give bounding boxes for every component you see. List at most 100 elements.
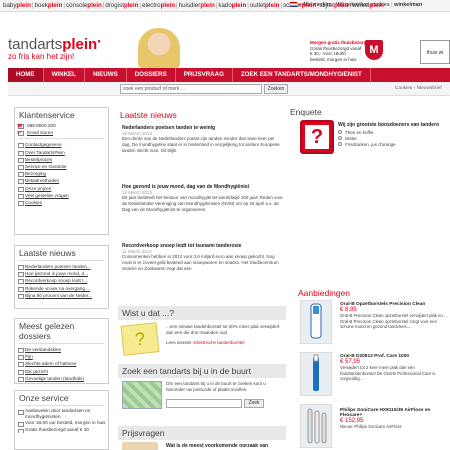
main-nav: HOME WINKEL NIEUWS DOSSIERS PRIJSVRAAG Z… — [8, 68, 450, 82]
all-brands-link[interactable]: Alle merken — [303, 2, 332, 8]
product-desc: Nieuw: Philips Sonicare AirFloss — [340, 424, 402, 429]
nav-winkel[interactable]: WINKEL — [44, 68, 85, 82]
separator: | — [247, 2, 249, 9]
nav-dossiers[interactable]: DOSSIERS — [127, 68, 176, 82]
radio-icon[interactable] — [338, 130, 342, 134]
site-link-suffix: plein — [87, 2, 102, 9]
klantenservice-link[interactable]: Bezorging — [15, 170, 108, 178]
question-icon: ? — [300, 120, 334, 154]
breadcrumb[interactable]: Cookies › Nieuwsbrief — [395, 86, 442, 91]
map-icon — [122, 381, 162, 409]
nav-nieuws[interactable]: NIEUWS — [85, 68, 127, 82]
sidebar-news-link[interactable]: Recordverkoop snoep leidt t... — [15, 277, 108, 285]
site-link-prefix: baby — [3, 2, 17, 9]
klantenservice-link[interactable]: Veel gestelde vragen — [15, 192, 108, 200]
dossiers-title: Meest gelezen dossiers — [19, 321, 75, 341]
dossier-link[interactable]: De verstandskies — [15, 346, 108, 354]
product-desc: Oral-B Precision Clean opzetborstel verw… — [340, 313, 448, 329]
dossier-link[interactable]: Pijn — [15, 353, 108, 361]
dossiers-links: De verstandskies Pijn Slechte adem of hali… — [15, 346, 108, 383]
enquete-title: Enquete — [290, 107, 322, 117]
klantenservice-links: Contactgegevens Over TandartsPlein Bestelp… — [15, 141, 108, 207]
klantenservice-link[interactable]: Contactgegevens — [15, 141, 108, 149]
dossier-link[interactable]: Dik gezicht — [15, 368, 108, 375]
dossier-link[interactable]: Slechte adem of halitose — [15, 360, 108, 368]
site-link[interactable]: kadoplein — [218, 2, 246, 9]
prijsvraag-image — [122, 442, 158, 450]
nav-zoek-tandarts[interactable]: ZOEK EEN TANDARTS/MONDHYGIENIST — [233, 68, 371, 82]
product-item[interactable]: Oral-B D20513 Prof. Care 1000 € 57,95 Ve… — [340, 354, 450, 382]
klantenservice-link[interactable]: Betaalmethoden — [15, 177, 108, 185]
klantenservice-link[interactable]: Bestelproces — [15, 156, 108, 164]
klantenservice-box: Klantenservice ☎ 088 8000 200 ✉ Email stur… — [14, 107, 109, 235]
nav-home[interactable]: HOME — [8, 68, 44, 82]
service-item: Gratis thuisbezorgd vanaf € 30 — [15, 427, 108, 433]
site-link-prefix: electro — [142, 2, 161, 9]
product-image[interactable] — [300, 404, 332, 448]
cookies-link[interactable]: Wij gebruiken cookies — [336, 2, 390, 8]
news-item[interactable]: Recordverkoop snoep leidt tot tsunami ta… — [122, 243, 284, 272]
house-icon: thuis wi — [420, 40, 450, 64]
chevron-icon: ▸ — [298, 2, 302, 8]
postcode-input[interactable] — [166, 399, 242, 408]
product-image[interactable] — [300, 352, 332, 396]
wistu-title: Wist u dat ...? — [122, 308, 174, 318]
cart-link[interactable]: winkelman — [394, 2, 422, 8]
site-link[interactable]: huisdierplein — [179, 2, 215, 9]
site-link-suffix: plein — [160, 2, 176, 9]
klantenservice-link[interactable]: Over TandartsPlein — [15, 149, 108, 156]
dossier-link[interactable]: Gevoelige tanden (tandhals) — [15, 375, 108, 383]
logo[interactable]: tandartsplein● — [8, 36, 101, 53]
product-item[interactable]: Oral-B Opzetborstels Precision Clean € 8… — [340, 302, 450, 330]
news-item[interactable]: Hoe gezond is jouw mond, dag van de Mond… — [122, 184, 284, 213]
service-item: Aanbevelen door tandartsen en mondhygiën… — [15, 408, 108, 420]
product-image[interactable] — [300, 300, 332, 344]
site-link[interactable]: outletplein — [250, 2, 280, 9]
sidebar-news-link[interactable]: Rokende vrouw na overgang ... — [15, 285, 108, 292]
site-link-prefix: huisdier — [178, 2, 201, 9]
promo-text: Gratis thuisbezorgd vanaf € 30,- Voor 18… — [310, 45, 362, 62]
klantenservice-link[interactable]: Onze prijzen — [15, 185, 108, 192]
product-name[interactable]: Philips SoniCare HX8115/35 AirFloss en F… — [340, 408, 450, 418]
search-button[interactable]: Zoeken — [264, 84, 288, 94]
site-link[interactable]: consoleplein — [66, 2, 102, 9]
site-link-suffix: plein — [16, 2, 31, 9]
product-item[interactable]: Philips SoniCare HX8115/35 AirFloss en F… — [340, 408, 450, 430]
enquete-option[interactable]: Frisdranken, jus d'orange — [338, 142, 396, 148]
enquete-option-label: Thee en koffie — [345, 130, 374, 135]
wistu-dossier-link[interactable]: Elektrische tandenborstel — [194, 340, 245, 345]
sidebar-news-link[interactable]: Bijna 80 procent van de Neder... — [15, 292, 108, 300]
prijsvragen-title: Prijsvragen — [122, 428, 165, 438]
wistu-header: Wist u dat ...? — [118, 306, 286, 320]
flag-icon[interactable] — [290, 2, 297, 8]
search-input[interactable]: zoek een product of merk ... — [120, 84, 262, 94]
radio-icon[interactable] — [338, 136, 342, 140]
separator: | — [176, 2, 178, 9]
site-link[interactable]: babyplein — [3, 2, 31, 9]
sidebar-news-title: Laatste nieuws — [19, 248, 76, 258]
klantenservice-link[interactable]: Cookies — [15, 199, 108, 207]
email-link[interactable]: ✉ Email sturen — [15, 129, 108, 137]
site-link-prefix: drogist — [105, 2, 124, 9]
site-link[interactable]: boekplein — [34, 2, 62, 9]
slogan: zo fris kan het zijn! — [8, 52, 75, 61]
radio-icon[interactable] — [338, 142, 342, 146]
site-link[interactable]: drogistplein — [105, 2, 138, 9]
phone-icon: ☎ — [17, 123, 23, 128]
news-item-body: Consumenten hebben in 2012 voor 3,6 milj… — [122, 254, 279, 271]
site-link-prefix: kado — [218, 2, 232, 9]
phone-text: 088 8000 200 — [27, 123, 56, 128]
zoek-body: Om een tandarts bij u in de buurt te zoe… — [166, 381, 266, 392]
enquete-option-label: Water — [345, 136, 357, 141]
zoek-button[interactable]: Zoek — [244, 399, 264, 408]
sidebar-news-link[interactable]: Hoe gezond is jouw mond, d... — [15, 270, 108, 278]
prijsvraag-question[interactable]: Wat is de meest voorkomende oorzaak van — [166, 443, 288, 449]
nav-prijsvraag[interactable]: PRIJSVRAAG — [176, 68, 233, 82]
shield-icon: M — [365, 40, 383, 60]
sidebar-news-links: Nederlanders poetsen tanden... Hoe gezond… — [15, 263, 108, 300]
news-item[interactable]: Nederlanders poetsen tanden te weinig 19… — [122, 125, 284, 154]
phone-number: ☎ 088 8000 200 — [15, 122, 108, 130]
klantenservice-link[interactable]: Service en Garantie — [15, 163, 108, 171]
sidebar-news-link[interactable]: Nederlanders poetsen tanden... — [15, 263, 108, 271]
site-link[interactable]: electroplein — [142, 2, 175, 9]
